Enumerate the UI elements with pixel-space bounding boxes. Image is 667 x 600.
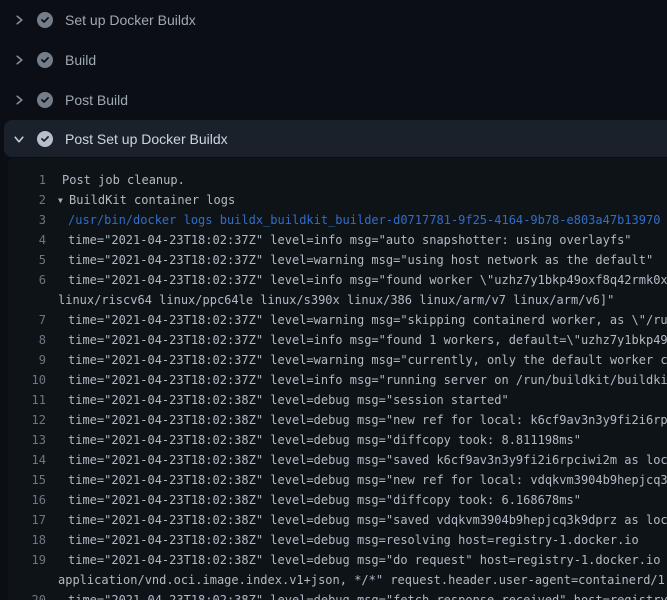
log-line: 7 ▼time="2021-04-23T18:02:37Z" level=war… <box>12 310 667 330</box>
log-line-text: time="2021-04-23T18:02:37Z" level=info m… <box>68 273 667 287</box>
log-line: 3 ▼/usr/bin/docker logs buildx_buildkit_… <box>12 210 667 230</box>
log-line-text: time="2021-04-23T18:02:37Z" level=warnin… <box>68 353 667 367</box>
step-row-set-up-docker-buildx[interactable]: Set up Docker Buildx <box>0 0 667 40</box>
log-line: 19 ▼time="2021-04-23T18:02:38Z" level=de… <box>12 550 667 570</box>
steps-list: Set up Docker Buildx Build Post Build <box>0 0 667 158</box>
log-line-number[interactable]: 5 <box>12 250 46 270</box>
chevron-right-icon[interactable] <box>13 14 25 26</box>
log-line-text: time="2021-04-23T18:02:38Z" level=debug … <box>68 453 667 467</box>
log-line-text: linux/riscv64 linux/ppc64le linux/s390x … <box>58 293 614 307</box>
log-panel: 1 ▼Post job cleanup. 2 ▼BuildKit contain… <box>8 158 667 600</box>
log-line-number[interactable]: 20 <box>12 590 46 600</box>
log-line: 15 ▼time="2021-04-23T18:02:38Z" level=de… <box>12 470 667 490</box>
log-lines: 1 ▼Post job cleanup. 2 ▼BuildKit contain… <box>12 170 667 600</box>
log-line: 1 ▼Post job cleanup. <box>12 170 667 190</box>
step-row-build[interactable]: Build <box>0 40 667 80</box>
log-line-text: time="2021-04-23T18:02:38Z" level=debug … <box>68 473 667 487</box>
log-line-number[interactable]: 19 <box>12 550 46 570</box>
log-line: 5 ▼time="2021-04-23T18:02:37Z" level=war… <box>12 250 667 270</box>
log-line: 16 ▼time="2021-04-23T18:02:38Z" level=de… <box>12 490 667 510</box>
chevron-down-icon[interactable] <box>13 133 25 145</box>
log-line-text: BuildKit container logs <box>69 193 235 207</box>
step-label: Post Set up Docker Buildx <box>65 131 228 147</box>
log-line-number[interactable]: 1 <box>12 170 46 190</box>
log-line-number[interactable] <box>12 290 46 310</box>
log-line-number[interactable]: 11 <box>12 390 46 410</box>
log-line: 9 ▼time="2021-04-23T18:02:37Z" level=war… <box>12 350 667 370</box>
log-line: ▼application/vnd.oci.image.index.v1+json… <box>12 570 667 590</box>
log-line: 18 ▼time="2021-04-23T18:02:38Z" level=de… <box>12 530 667 550</box>
log-line-number[interactable]: 2 <box>12 190 46 210</box>
log-line-text: /usr/bin/docker logs buildx_buildkit_bui… <box>68 213 660 227</box>
log-line-number[interactable]: 7 <box>12 310 46 330</box>
log-line-text: time="2021-04-23T18:02:38Z" level=debug … <box>68 493 581 507</box>
log-line: 4 ▼time="2021-04-23T18:02:37Z" level=inf… <box>12 230 667 250</box>
log-line-text: time="2021-04-23T18:02:38Z" level=debug … <box>68 553 667 567</box>
chevron-right-icon[interactable] <box>13 54 25 66</box>
log-line-number[interactable]: 18 <box>12 530 46 550</box>
log-line: 8 ▼time="2021-04-23T18:02:37Z" level=inf… <box>12 330 667 350</box>
log-line: 10 ▼time="2021-04-23T18:02:37Z" level=in… <box>12 370 667 390</box>
log-line-number[interactable]: 8 <box>12 330 46 350</box>
check-circle-icon <box>37 131 53 147</box>
log-line-number[interactable]: 3 <box>12 210 46 230</box>
log-line: 17 ▼time="2021-04-23T18:02:38Z" level=de… <box>12 510 667 530</box>
group-toggle-triangle-icon[interactable]: ▼ <box>58 191 69 211</box>
check-circle-icon <box>37 92 53 108</box>
log-line-number[interactable]: 4 <box>12 230 46 250</box>
log-line-text: time="2021-04-23T18:02:38Z" level=debug … <box>68 513 667 527</box>
log-line-text: time="2021-04-23T18:02:38Z" level=debug … <box>68 593 667 600</box>
log-line-text: time="2021-04-23T18:02:37Z" level=info m… <box>68 233 632 247</box>
step-row-post-build[interactable]: Post Build <box>0 80 667 120</box>
log-line: 13 ▼time="2021-04-23T18:02:38Z" level=de… <box>12 430 667 450</box>
chevron-right-icon[interactable] <box>13 94 25 106</box>
check-circle-icon <box>37 12 53 28</box>
log-line: 12 ▼time="2021-04-23T18:02:38Z" level=de… <box>12 410 667 430</box>
log-line-number[interactable]: 10 <box>12 370 46 390</box>
log-line: 14 ▼time="2021-04-23T18:02:38Z" level=de… <box>12 450 667 470</box>
step-row-post-set-up-docker-buildx[interactable]: Post Set up Docker Buildx <box>0 120 667 158</box>
log-line-text: time="2021-04-23T18:02:38Z" level=debug … <box>68 533 639 547</box>
log-line-text: time="2021-04-23T18:02:38Z" level=debug … <box>68 393 509 407</box>
log-line-number[interactable] <box>12 570 46 590</box>
check-circle-icon <box>37 52 53 68</box>
log-line-text: time="2021-04-23T18:02:38Z" level=debug … <box>68 413 667 427</box>
log-line-number[interactable]: 9 <box>12 350 46 370</box>
log-line-text: time="2021-04-23T18:02:37Z" level=warnin… <box>68 313 667 327</box>
step-label: Build <box>65 52 96 68</box>
log-line-number[interactable]: 12 <box>12 410 46 430</box>
log-line-text: time="2021-04-23T18:02:37Z" level=info m… <box>68 373 667 387</box>
log-line-text: time="2021-04-23T18:02:37Z" level=warnin… <box>68 253 653 267</box>
log-line: 11 ▼time="2021-04-23T18:02:38Z" level=de… <box>12 390 667 410</box>
log-line-number[interactable]: 16 <box>12 490 46 510</box>
log-line: 20 ▼time="2021-04-23T18:02:38Z" level=de… <box>12 590 667 600</box>
log-line: ▼linux/riscv64 linux/ppc64le linux/s390x… <box>12 290 667 310</box>
log-line-text: Post job cleanup. <box>62 173 185 187</box>
log-line: 6 ▼time="2021-04-23T18:02:37Z" level=inf… <box>12 270 667 290</box>
log-line-number[interactable]: 15 <box>12 470 46 490</box>
log-line-number[interactable]: 6 <box>12 270 46 290</box>
step-label: Post Build <box>65 92 128 108</box>
log-line-number[interactable]: 13 <box>12 430 46 450</box>
log-line-text: application/vnd.oci.image.index.v1+json,… <box>58 573 667 587</box>
log-line-number[interactable]: 17 <box>12 510 46 530</box>
log-line-text: time="2021-04-23T18:02:38Z" level=debug … <box>68 433 581 447</box>
workflow-log-viewer: Set up Docker Buildx Build Post Build <box>0 0 667 600</box>
log-line[interactable]: 2 ▼BuildKit container logs <box>12 190 667 210</box>
log-line-number[interactable]: 14 <box>12 450 46 470</box>
log-line-text: time="2021-04-23T18:02:37Z" level=info m… <box>68 333 667 347</box>
step-label: Set up Docker Buildx <box>65 12 196 28</box>
